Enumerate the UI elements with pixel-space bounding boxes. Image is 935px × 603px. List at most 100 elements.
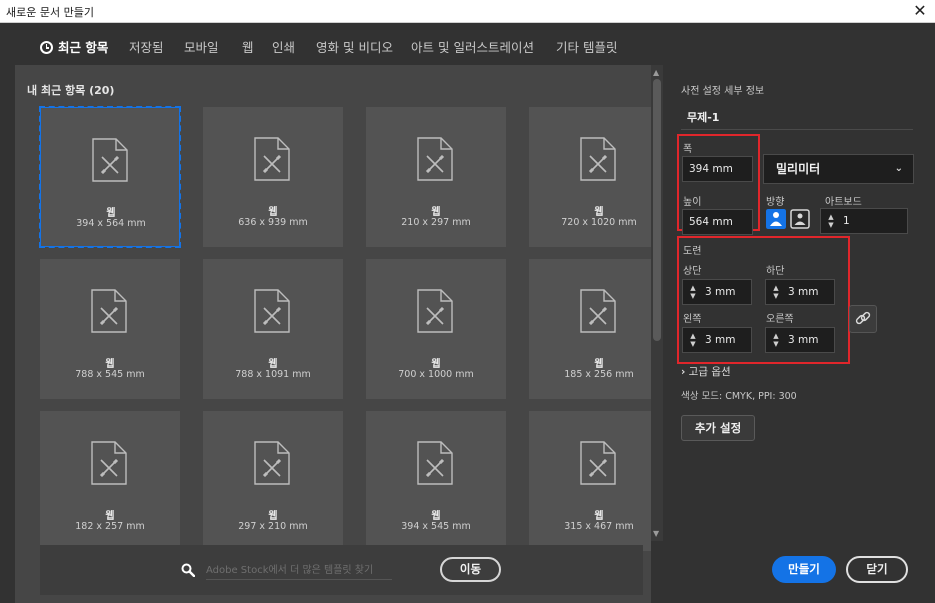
item-type: 웹 [431, 207, 441, 218]
unit-select[interactable]: 밀리미터 ⌄ [763, 154, 914, 184]
scroll-up-icon[interactable]: ▲ [653, 68, 659, 77]
recent-item-card[interactable]: 웹 185 x 256 mm [529, 259, 651, 399]
recent-item-card[interactable]: 웹 788 x 1091 mm [203, 259, 343, 399]
stepper-arrows-icon[interactable]: ▲ ▼ [688, 284, 698, 300]
document-template-icon [417, 441, 453, 485]
unit-value: 밀리미터 [776, 162, 821, 176]
item-type: 웹 [268, 359, 278, 370]
stepper-arrows-icon[interactable]: ▲ ▼ [826, 213, 836, 229]
document-template-icon [580, 137, 616, 181]
recent-item-card[interactable]: 웹 720 x 1020 mm [529, 107, 651, 247]
recent-item-card[interactable]: 웹 297 x 210 mm [203, 411, 343, 551]
scroll-thumb[interactable] [653, 79, 661, 341]
width-field[interactable]: 394 mm [682, 156, 753, 182]
recent-item-card[interactable]: 웹 636 x 939 mm [203, 107, 343, 247]
tab-film-video[interactable]: 영화 및 비디오 [316, 37, 393, 56]
item-size: 394 x 545 mm [401, 521, 471, 532]
item-size: 788 x 545 mm [75, 369, 145, 380]
go-button[interactable]: 이동 [440, 557, 501, 582]
title-bar: 새로운 문서 만들기 ✕ [0, 0, 935, 23]
tab-art-illustration[interactable]: 아트 및 일러스트레이션 [411, 37, 534, 56]
link-icon [855, 311, 871, 325]
recent-item-card[interactable]: 웹 394 x 564 mm [39, 106, 181, 248]
tab-mobile[interactable]: 모바일 [184, 37, 219, 56]
artboard-label: 아트보드 [825, 197, 862, 208]
bleed-label: 도련 [683, 246, 702, 257]
stock-search-input[interactable] [206, 562, 392, 580]
right-bleed-value: 3 mm [788, 334, 819, 346]
divider [681, 129, 913, 130]
left-bleed-label: 왼쪽 [683, 314, 702, 325]
item-size: 636 x 939 mm [238, 217, 308, 228]
recent-item-card[interactable]: 웹 394 x 545 mm [366, 411, 506, 551]
preset-details-panel: 사전 설정 세부 정보 무제-1 폭 394 mm 밀리미터 ⌄ 높이 564 … [663, 65, 935, 603]
scroll-down-icon[interactable]: ▼ [653, 529, 659, 538]
item-size: 185 x 256 mm [564, 369, 634, 380]
document-template-icon [254, 441, 290, 485]
color-mode-info: 색상 모드: CMYK, PPI: 300 [681, 391, 797, 402]
tab-other-templates[interactable]: 기타 템플릿 [556, 37, 617, 56]
recent-item-card[interactable]: 웹 315 x 467 mm [529, 411, 651, 551]
category-tabs: 최근 항목 저장됨 모바일 웹 인쇄 영화 및 비디오 아트 및 일러스트레이션… [0, 23, 935, 65]
preset-section-title: 사전 설정 세부 정보 [681, 86, 765, 97]
stepper-arrows-icon[interactable]: ▲ ▼ [688, 332, 698, 348]
orientation-label: 방향 [766, 197, 785, 208]
artboard-stepper[interactable]: ▲ ▼ 1 [820, 208, 908, 234]
search-icon [181, 563, 195, 577]
bottom-bleed-stepper[interactable]: ▲ ▼ 3 mm [765, 279, 835, 305]
document-template-icon [580, 289, 616, 333]
advanced-options-toggle[interactable]: › 고급 옵션 [681, 364, 731, 379]
item-size: 297 x 210 mm [238, 521, 308, 532]
item-type: 웹 [105, 359, 115, 370]
item-size: 720 x 1020 mm [561, 217, 637, 228]
portrait-orientation-icon[interactable] [766, 209, 786, 229]
recent-item-card[interactable]: 웹 210 x 297 mm [366, 107, 506, 247]
window-close-icon[interactable]: ✕ [909, 1, 931, 21]
recent-item-card[interactable]: 웹 700 x 1000 mm [366, 259, 506, 399]
width-label: 폭 [683, 144, 693, 155]
recent-scrollbar[interactable]: ▲ ▼ [651, 65, 663, 541]
tab-recent[interactable]: 최근 항목 [40, 37, 108, 56]
tab-print[interactable]: 인쇄 [272, 37, 295, 56]
item-size: 788 x 1091 mm [235, 369, 311, 380]
more-settings-button[interactable]: 추가 설정 [681, 415, 755, 441]
window-title: 새로운 문서 만들기 [6, 6, 94, 19]
document-template-icon [580, 441, 616, 485]
item-type: 웹 [594, 207, 604, 218]
stepper-arrows-icon[interactable]: ▲ ▼ [771, 284, 781, 300]
document-template-icon [92, 138, 128, 182]
left-bleed-stepper[interactable]: ▲ ▼ 3 mm [682, 327, 752, 353]
recent-item-card[interactable]: 웹 182 x 257 mm [40, 411, 180, 551]
stepper-arrows-icon[interactable]: ▲ ▼ [771, 332, 781, 348]
link-bleed-button[interactable] [849, 305, 877, 333]
item-size: 700 x 1000 mm [398, 369, 474, 380]
recent-item-card[interactable]: 웹 788 x 545 mm [40, 259, 180, 399]
document-name[interactable]: 무제-1 [687, 109, 719, 125]
item-type: 웹 [106, 208, 116, 219]
close-button[interactable]: 닫기 [846, 556, 908, 583]
item-type: 웹 [431, 511, 441, 522]
clock-icon [40, 41, 53, 54]
item-type: 웹 [594, 359, 604, 370]
landscape-orientation-icon[interactable] [790, 209, 810, 229]
right-bleed-stepper[interactable]: ▲ ▼ 3 mm [765, 327, 835, 353]
right-bleed-label: 오른쪽 [766, 314, 794, 325]
create-button[interactable]: 만들기 [772, 556, 836, 583]
bottom-bleed-label: 하단 [766, 266, 785, 277]
top-bleed-stepper[interactable]: ▲ ▼ 3 mm [682, 279, 752, 305]
height-label: 높이 [683, 197, 702, 208]
recent-items-title: 내 최근 항목 (20) [27, 84, 115, 97]
item-size: 182 x 257 mm [75, 521, 145, 532]
document-template-icon [417, 289, 453, 333]
chevron-down-icon: ⌄ [894, 163, 903, 174]
tab-saved[interactable]: 저장됨 [129, 37, 164, 56]
left-bleed-value: 3 mm [705, 334, 736, 346]
tab-web[interactable]: 웹 [242, 37, 254, 56]
chevron-right-icon: › [681, 366, 686, 378]
document-template-icon [91, 441, 127, 485]
item-size: 315 x 467 mm [564, 521, 634, 532]
advanced-options-label: 고급 옵션 [688, 366, 731, 378]
item-type: 웹 [105, 511, 115, 522]
item-size: 210 x 297 mm [401, 217, 471, 228]
height-field[interactable]: 564 mm [682, 209, 753, 235]
